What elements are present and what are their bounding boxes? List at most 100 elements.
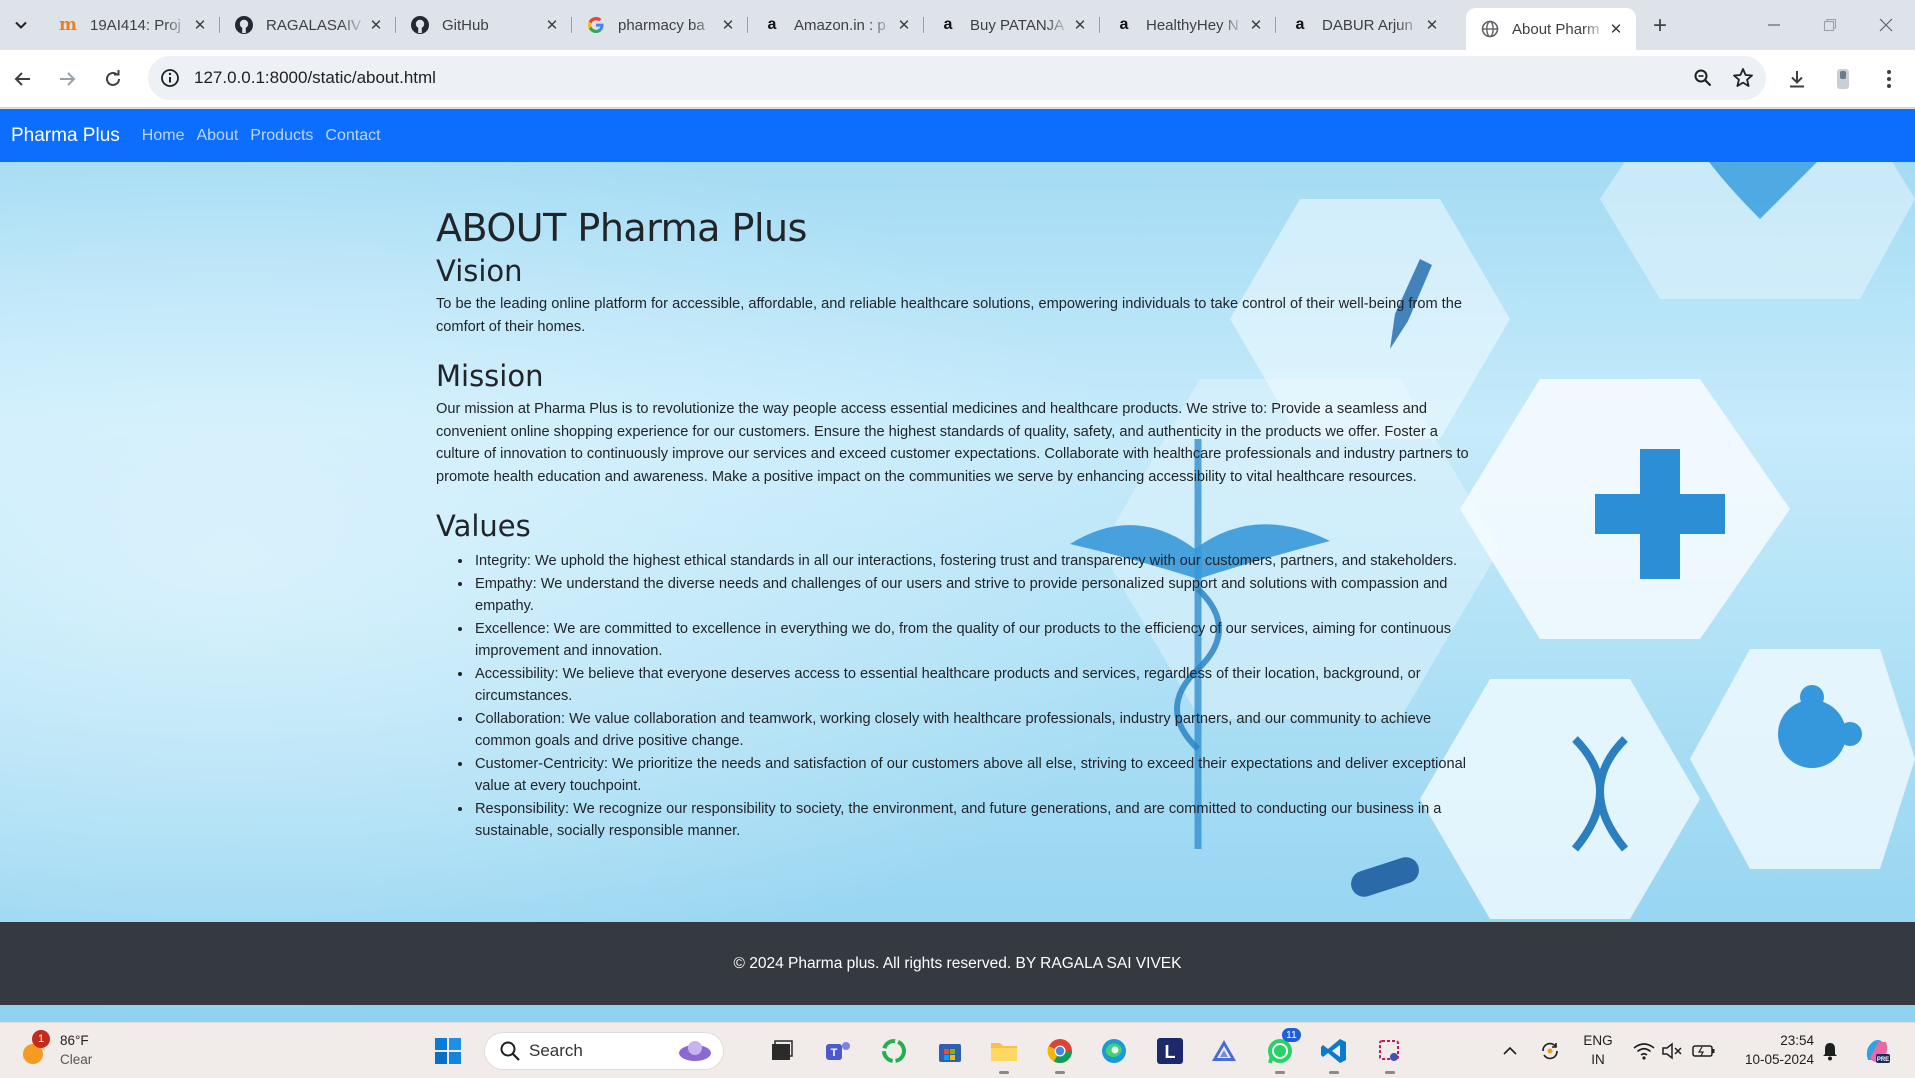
close-icon[interactable]: ✕: [718, 15, 738, 35]
file-explorer-app[interactable]: [984, 1031, 1024, 1074]
browser-menu-button[interactable]: [1874, 64, 1904, 94]
close-icon[interactable]: ✕: [1246, 15, 1266, 35]
whatsapp-badge: 11: [1282, 1028, 1301, 1042]
profile-avatar[interactable]: [1828, 64, 1858, 94]
close-icon[interactable]: ✕: [1422, 15, 1442, 35]
value-item-empathy: Empathy: We understand the diverse needs…: [473, 573, 1476, 618]
task-view-icon: [772, 1040, 793, 1060]
taskbar-search[interactable]: Search: [484, 1032, 724, 1070]
amazon-icon: a: [767, 16, 777, 33]
footer-copyright: © 2024 Pharma plus. All rights reserved.…: [733, 954, 1182, 972]
edge-icon: [1102, 1039, 1126, 1063]
copilot-button[interactable]: PRE: [1862, 1036, 1892, 1066]
downloads-button[interactable]: [1782, 64, 1812, 94]
tab-title: About Pharm: [1512, 20, 1600, 38]
tab-healthyhey[interactable]: a HealthyHey N ✕: [1100, 8, 1276, 42]
arrow-right-icon: [60, 72, 76, 86]
triangle-app-icon: [1212, 1040, 1236, 1061]
wifi-icon: [1633, 1043, 1655, 1060]
google-icon: [586, 15, 606, 35]
vision-heading: Vision: [436, 254, 523, 288]
snipping-tool-app[interactable]: [1370, 1031, 1410, 1074]
microsoft-store-app[interactable]: [930, 1031, 970, 1071]
download-icon: [1790, 71, 1804, 88]
close-icon[interactable]: ✕: [190, 15, 210, 35]
edge-app[interactable]: [1094, 1031, 1134, 1071]
whatsapp-app[interactable]: 11: [1260, 1028, 1301, 1074]
close-icon[interactable]: ✕: [366, 15, 386, 35]
back-button[interactable]: [8, 64, 38, 94]
chrome-app[interactable]: [1040, 1031, 1080, 1074]
value-item-excellence: Excellence: We are committed to excellen…: [473, 618, 1476, 663]
teams-app[interactable]: T: [818, 1031, 858, 1071]
new-tab-button[interactable]: +: [1646, 12, 1674, 40]
windows-logo-icon: [435, 1038, 461, 1064]
clock[interactable]: 23:54 10-05-2024: [1724, 1031, 1814, 1069]
svg-text:L: L: [1165, 1042, 1176, 1062]
l-app[interactable]: L: [1150, 1031, 1190, 1071]
nav-link-about[interactable]: About: [196, 127, 238, 145]
vision-text: To be the leading online platform for ac…: [436, 296, 1462, 335]
nav-link-home[interactable]: Home: [142, 127, 185, 145]
volume-tray-icon[interactable]: [1660, 1039, 1684, 1063]
tab-search-button[interactable]: [8, 12, 34, 38]
language-indicator[interactable]: ENG IN: [1578, 1031, 1618, 1069]
avatar-icon: [1837, 69, 1849, 89]
info-icon[interactable]: [158, 66, 182, 90]
zoom-icon[interactable]: [1686, 61, 1720, 95]
tab-buy-patanjali[interactable]: a Buy PATANJA ✕: [924, 8, 1100, 42]
reload-button[interactable]: [98, 64, 128, 94]
folder-icon: [991, 1043, 1017, 1061]
brand-logo-link[interactable]: Pharma Plus: [11, 125, 120, 147]
values-heading: Values: [436, 509, 531, 543]
weather-temp: 86°F: [60, 1033, 89, 1048]
start-button[interactable]: [428, 1031, 468, 1071]
battery-tray-icon[interactable]: [1692, 1039, 1716, 1063]
github-icon: [234, 15, 254, 35]
window-close-button[interactable]: [1866, 12, 1906, 38]
tab-title: 19AI414: Proj: [90, 16, 181, 34]
bookmark-star-icon[interactable]: [1726, 61, 1760, 95]
tab-github[interactable]: GitHub ✕: [396, 8, 572, 42]
close-icon: [1879, 18, 1893, 32]
snipping-icon: [1379, 1040, 1399, 1061]
nav-link-contact[interactable]: Contact: [325, 127, 380, 145]
search-icon: [500, 1041, 520, 1061]
show-hidden-icons-button[interactable]: [1498, 1039, 1522, 1063]
refresh-circle-icon: [882, 1039, 906, 1063]
close-icon[interactable]: ✕: [542, 15, 562, 35]
url-text[interactable]: 127.0.0.1:8000/static/about.html: [194, 68, 1686, 88]
wifi-tray-icon[interactable]: [1632, 1039, 1656, 1063]
notifications-button[interactable]: [1818, 1039, 1842, 1063]
about-content: ABOUT Pharma Plus Vision To be the leadi…: [436, 206, 1476, 843]
android-studio-app[interactable]: [1204, 1031, 1244, 1071]
amazon-icon: a: [1119, 16, 1129, 33]
close-icon[interactable]: ✕: [1606, 19, 1626, 39]
tab-amazon[interactable]: a Amazon.in : p ✕: [748, 8, 924, 42]
minimize-button[interactable]: [1754, 12, 1794, 38]
tab-dabur[interactable]: a DABUR Arjun ✕: [1276, 8, 1452, 42]
nav-link-products[interactable]: Products: [250, 127, 313, 145]
tab-ragalasaiv[interactable]: RAGALASAIV ✕: [220, 8, 396, 42]
value-item-responsibility: Responsibility: We recognize our respons…: [473, 798, 1476, 843]
windows-taskbar: 1 86°F Clear Search T L 11 ENG IN 23:54 …: [0, 1022, 1915, 1078]
restore-button[interactable]: [1810, 12, 1850, 38]
copilot-icon: PRE: [1866, 1040, 1890, 1063]
restore-icon: [1823, 18, 1837, 32]
weather-widget[interactable]: 1 86°F Clear: [18, 1030, 92, 1069]
task-view-button[interactable]: [762, 1031, 802, 1071]
sync-app[interactable]: [874, 1031, 914, 1071]
tab-about-pharma[interactable]: About Pharm ✕: [1466, 8, 1636, 50]
close-icon[interactable]: ✕: [1070, 15, 1090, 35]
search-placeholder: Search: [529, 1041, 583, 1060]
address-bar[interactable]: 127.0.0.1:8000/static/about.html: [148, 56, 1766, 100]
tab-19ai414[interactable]: m 19AI414: Proj ✕: [44, 8, 220, 42]
tab-pharmacy-search[interactable]: pharmacy ba ✕: [572, 8, 748, 42]
value-item-accessibility: Accessibility: We believe that everyone …: [473, 663, 1476, 708]
sync-tray-icon[interactable]: [1538, 1039, 1562, 1063]
forward-button[interactable]: [52, 64, 82, 94]
amazon-icon: a: [943, 16, 953, 33]
close-icon[interactable]: ✕: [894, 15, 914, 35]
vscode-app[interactable]: [1314, 1031, 1354, 1074]
page-viewport: Pharma Plus Home About Products Contact …: [0, 109, 1915, 1022]
